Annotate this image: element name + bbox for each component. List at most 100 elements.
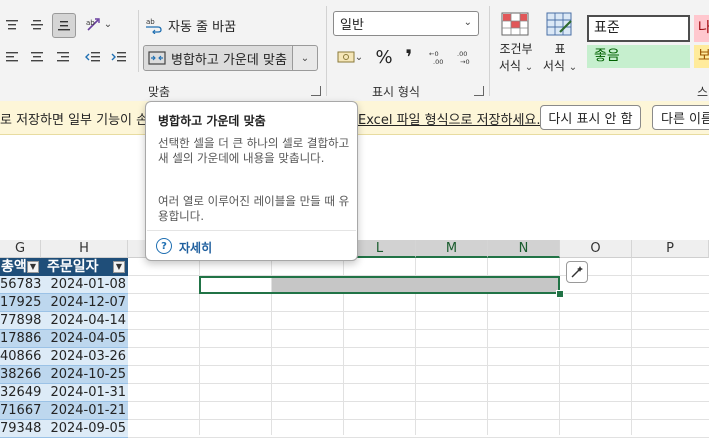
format-as-table-icon [546,12,572,36]
increase-indent-button[interactable] [108,46,130,68]
table-cell-order-date[interactable]: 2024-04-05 [41,330,128,348]
svg-text:.00: .00 [433,58,443,65]
wrap-text-icon: ab [146,18,162,34]
style-bad[interactable]: 나 [694,15,709,42]
orientation-icon: ab [86,18,100,31]
selected-range-border [199,276,560,294]
svg-text:ab: ab [86,19,95,27]
number-format-select[interactable]: 일반 ⌄ [333,11,479,36]
dont-show-again-label: 다시 표시 안 함 [548,112,633,127]
fill-handle[interactable] [556,290,564,298]
chevron-down-icon: ⌄ [568,62,578,73]
table-cell-total[interactable]: 326496 [0,384,41,402]
increase-decimal-button[interactable]: ←0.00 [426,45,452,69]
align-top-button[interactable] [2,14,22,36]
align-middle-icon [31,20,43,30]
merge-center-split-button[interactable]: 병합하고 가운데 맞춤 ⌄ [143,45,318,71]
dont-show-again-button[interactable]: 다시 표시 안 함 [540,105,641,130]
save-as-button[interactable]: 다른 이름 [652,105,709,130]
ribbon: ab ⌄ ab 자동 줄 바꿈 병합하고 가운데 맞춤 ⌄ 맞춤 일반 ⌄ ⌄ … [0,0,709,102]
table-cell-order-date[interactable]: 2024-04-14 [41,312,128,330]
table-cell-order-date[interactable]: 2024-01-31 [41,384,128,402]
align-right-button[interactable] [52,46,74,68]
accounting-format-button[interactable]: ⌄ [333,45,367,69]
filter-button-order-date[interactable]: ▼ [113,261,125,273]
style-neutral-label: 보 [698,48,709,64]
number-dialog-launcher[interactable] [474,86,484,96]
gridline [128,311,709,312]
style-neutral[interactable]: 보 [694,45,709,68]
styles-group-label: 스 [697,85,709,99]
table-header-order-date-label: 주문일자 [47,259,99,275]
table-cell-order-date[interactable]: 2024-01-21 [41,402,128,420]
table-cell-order-date[interactable]: 2024-01-08 [41,276,128,294]
orientation-button[interactable]: ab ⌄ [82,13,116,35]
tooltip-title: 병합하고 가운데 맞춤 [158,114,266,128]
style-good-label: 좋음 [594,48,620,64]
wrap-text-button[interactable]: ab 자동 줄 바꿈 [144,13,268,37]
merge-center-button[interactable]: 병합하고 가운데 맞춤 [144,46,292,70]
gridline [128,365,709,366]
table-cell-total[interactable]: 408668 [0,348,41,366]
align-bottom-icon [58,20,70,30]
chevron-down-icon: ⌄ [300,52,310,64]
svg-text:.00: .00 [457,50,467,58]
format-as-table-label-2: 서식 [542,59,565,73]
align-center-button[interactable] [26,46,48,68]
align-bottom-button[interactable] [52,13,76,38]
chevron-down-icon: ⌄ [524,62,534,73]
column-header-p[interactable]: P [632,240,709,258]
comma-style-button[interactable]: ❜ [398,45,420,69]
column-header-h[interactable]: H [41,240,128,258]
merge-options-dropdown[interactable]: ⌄ [294,46,316,70]
table-cell-order-date[interactable]: 2024-09-05 [41,420,128,438]
chevron-down-icon: ⌄ [463,17,472,28]
increase-indent-icon [111,52,126,62]
table-cell-total[interactable]: 567839 [0,276,41,294]
comma-icon: ❜ [405,45,413,69]
table-cell-total[interactable]: 382667 [0,366,41,384]
decrease-decimal-button[interactable]: .00 →0 [454,45,480,69]
table-cell-total[interactable]: 178868 [0,330,41,348]
merge-center-icon [148,51,166,65]
column-header-g[interactable]: G [0,240,41,258]
number-group-label: 표시 형식 [372,85,420,99]
infobar-message-right[interactable]: Excel 파일 형식으로 저장하세요. [358,109,541,128]
decrease-indent-button[interactable] [82,46,104,68]
alignment-group-label: 맞춤 [148,85,171,99]
column-header-o[interactable]: O [560,240,632,258]
ribbon-separator [489,6,490,96]
column-header-m[interactable]: M [416,240,488,258]
align-top-icon [6,20,18,30]
conditional-formatting-label-2-wrap: 서식 ⌄ [499,57,533,74]
decrease-indent-icon [85,52,100,62]
table-cell-total[interactable]: 179250 [0,294,41,312]
gridline [128,347,709,348]
svg-text:←0: ←0 [429,50,439,58]
decrease-decimal-icon: .00→0 [457,50,470,65]
table-cell-order-date[interactable]: 2024-03-26 [41,348,128,366]
infobar-message-left: 로 저장하면 일부 기능이 손 [0,113,149,128]
quick-analysis-button[interactable] [566,261,588,283]
table-cell-total[interactable]: 778987 [0,312,41,330]
currency-icon [337,51,355,63]
style-good[interactable]: 좋음 [587,45,690,68]
column-header-n[interactable]: N [488,240,560,258]
merge-center-tooltip: 병합하고 가운데 맞춤 선택한 셀을 더 큰 하나의 셀로 결합하고 새 셀의 … [145,101,358,261]
filter-button-total[interactable]: ▼ [27,261,39,273]
conditional-formatting-icon [501,12,529,36]
align-left-button[interactable] [2,46,22,68]
table-cell-total[interactable]: 716670 [0,402,41,420]
alignment-dialog-launcher[interactable] [311,86,321,96]
align-middle-button[interactable] [26,14,48,36]
merge-split-divider [292,46,293,70]
percent-style-button[interactable]: % [372,45,396,69]
conditional-formatting-button[interactable]: 조건부 서식 ⌄ [494,8,538,76]
format-as-table-button[interactable]: 표 서식 ⌄ [540,8,580,76]
table-cell-total[interactable]: 79348 [0,420,41,438]
table-cell-order-date[interactable]: 2024-10-25 [41,366,128,384]
style-normal[interactable]: 표준 [587,15,690,42]
table-cell-order-date[interactable]: 2024-12-07 [41,294,128,312]
tooltip-tell-me-more-link[interactable]: 자세히 [179,239,212,256]
align-left-icon [6,52,18,62]
